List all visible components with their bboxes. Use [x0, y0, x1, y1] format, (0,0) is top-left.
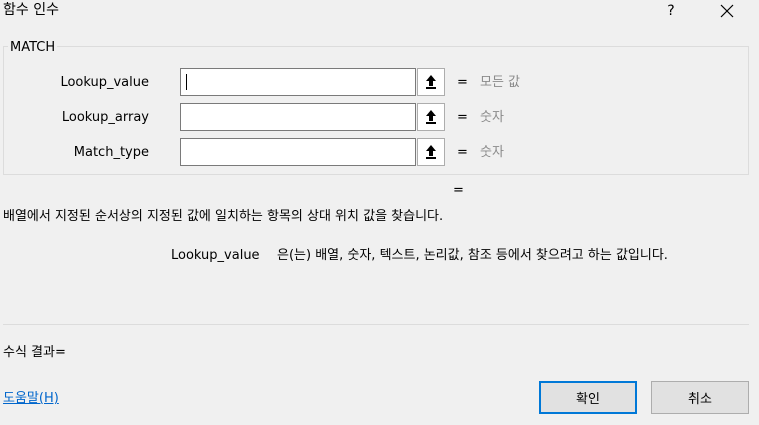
argument-equals: = [457, 145, 468, 160]
divider [3, 324, 749, 325]
argument-equals: = [457, 75, 468, 90]
ok-button[interactable]: 확인 [539, 381, 637, 414]
lookup-value-ref-button[interactable] [417, 68, 445, 96]
function-result-equals: = [453, 183, 464, 198]
argument-help-text: 은(는) 배열, 숫자, 텍스트, 논리값, 참조 등에서 찾으려고 하는 값입… [277, 248, 668, 263]
argument-help-name: Lookup_value [171, 248, 260, 263]
collapse-dialog-arrow-icon [426, 75, 436, 89]
arguments-group: Lookup_value = 모든 값 Lookup_array = 숫자 Ma… [3, 46, 749, 175]
lookup-value-input[interactable] [180, 68, 416, 96]
text-caret [186, 74, 187, 90]
match-type-input[interactable] [180, 138, 416, 166]
help-link[interactable]: 도움말(H) [3, 389, 59, 409]
function-description: 배열에서 지정된 순서상의 지정된 값에 일치하는 항목의 상대 위치 값을 찾… [3, 209, 444, 224]
argument-row-lookup-array: Lookup_array = 숫자 [4, 103, 744, 133]
lookup-array-input[interactable] [180, 103, 416, 131]
close-icon [720, 4, 734, 18]
help-button[interactable]: ? [656, 0, 686, 22]
lookup-array-ref-button[interactable] [417, 103, 445, 131]
argument-value-hint: 모든 값 [480, 75, 521, 90]
argument-value-hint: 숫자 [480, 145, 504, 160]
argument-label: Lookup_array [61, 110, 149, 125]
argument-row-match-type: Match_type = 숫자 [4, 138, 744, 168]
function-arguments-dialog: 함수 인수 ? Lookup_value = 모든 값 Lookup_array [0, 0, 759, 425]
close-button[interactable] [712, 0, 742, 22]
formula-result: 수식 결과= [3, 345, 66, 360]
function-name: MATCH [8, 40, 58, 56]
collapse-dialog-arrow-icon [426, 110, 436, 124]
argument-row-lookup-value: Lookup_value = 모든 값 [4, 68, 744, 98]
argument-equals: = [457, 110, 468, 125]
argument-label: Match_type [73, 145, 149, 160]
dialog-title: 함수 인수 [3, 2, 59, 18]
argument-label: Lookup_value [60, 75, 149, 90]
collapse-dialog-arrow-icon [426, 145, 436, 159]
argument-value-hint: 숫자 [480, 110, 504, 125]
cancel-button[interactable]: 취소 [651, 381, 749, 414]
match-type-ref-button[interactable] [417, 138, 445, 166]
